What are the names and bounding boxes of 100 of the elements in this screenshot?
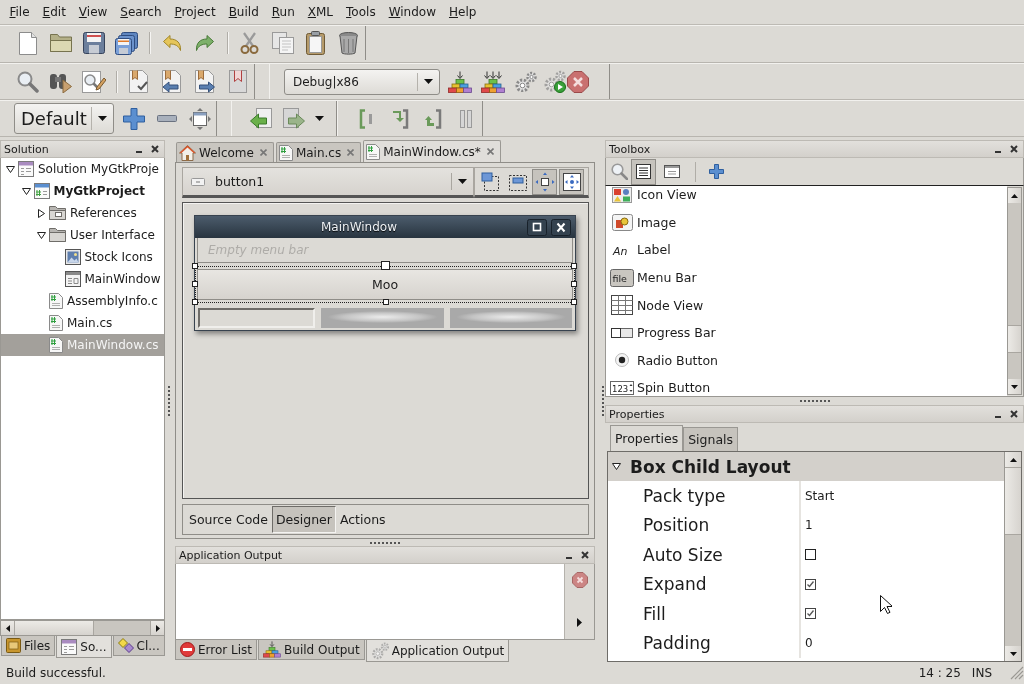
step-out-icon[interactable] [423,108,442,129]
expander-icon[interactable] [612,462,621,471]
stop-icon[interactable] [567,70,589,93]
scroll-down-icon[interactable] [1011,384,1018,389]
menu-item[interactable]: Tools [339,2,383,22]
bookmark-check-icon[interactable] [128,70,149,93]
view-tab[interactable]: Actions [335,506,390,533]
plus-icon[interactable] [122,107,145,130]
expander-icon[interactable] [21,186,31,196]
resize-handle[interactable] [383,299,389,305]
menu-item[interactable]: Edit [36,2,73,22]
menu-item[interactable]: Window [382,2,443,22]
document-tab[interactable]: Main.cs [275,142,362,162]
splitter-grip-icon[interactable] [601,386,604,416]
build-icon[interactable] [447,70,472,93]
menu-item[interactable]: Help [442,2,483,22]
resize-handle[interactable] [571,299,577,305]
caret-icon[interactable] [424,79,433,84]
pad-tab[interactable]: Files [1,636,56,656]
close-icon[interactable] [551,218,571,236]
menu-item[interactable]: View [72,2,114,22]
pad-tab[interactable]: Build Output [258,640,365,660]
search-icon[interactable] [611,163,628,180]
scroll-up-icon[interactable] [1009,457,1017,462]
toolbox-item[interactable]: 123 Spin Button [606,374,1007,396]
tree-item[interactable]: User Interface [1,224,164,246]
close-icon[interactable] [151,145,159,153]
resize-handle[interactable] [192,263,198,269]
menu-item[interactable]: File [3,2,37,22]
toolbox-item[interactable]: Image [606,208,1007,237]
widget-combo[interactable]: button1 [182,167,474,198]
stop-icon[interactable] [571,572,588,588]
tree-item[interactable]: Main.cs [1,312,164,334]
expander-icon[interactable] [37,230,46,240]
compact-view-icon[interactable] [663,165,680,178]
bookmark-page-icon[interactable] [228,70,247,93]
menu-item[interactable]: XML [301,2,340,22]
caret-icon[interactable] [458,179,467,184]
scrollbar-thumb[interactable] [1008,325,1021,353]
tree-item[interactable]: Solution MyGtkProje [1,158,164,180]
tree-item[interactable]: MainWindow [1,268,164,290]
toolbox-item[interactable]: file Menu Bar [606,263,1007,292]
find-replace-icon[interactable] [81,70,106,93]
gears-run-icon[interactable] [542,70,566,93]
tree-item[interactable]: Stock Icons [1,246,164,268]
toolbox-item[interactable]: An Label [606,236,1007,264]
paste-icon[interactable] [306,31,325,55]
back-icon[interactable] [249,108,272,129]
close-icon[interactable] [1010,145,1018,153]
caret-icon[interactable] [98,116,107,121]
resize-grip-icon[interactable] [1010,666,1024,680]
toolbox-item[interactable]: Radio Button [606,346,1007,375]
scroll-right-icon[interactable] [155,624,160,632]
rebuild-icon[interactable] [480,70,505,93]
vertical-scrollbar[interactable] [1004,452,1021,661]
checkbox[interactable] [805,578,816,590]
document-tab[interactable]: MainWindow.cs* [363,140,501,162]
document-tab[interactable]: Welcome [176,142,274,162]
resize-handle[interactable] [192,281,198,287]
properties-tab[interactable]: Properties [610,425,684,451]
pad-tab[interactable]: Application Output [365,640,510,662]
scroll-left-icon[interactable] [5,624,10,632]
bookmark-right-arrow-icon[interactable] [194,70,215,93]
forward-icon[interactable] [282,108,305,129]
tree-item[interactable]: AssemblyInfo.c [1,290,164,312]
open-folder-icon[interactable] [49,34,72,52]
pad-tab[interactable]: Error List [175,640,258,660]
plus-icon[interactable] [709,164,724,179]
preview-button[interactable]: Moo [197,269,573,300]
step-into-icon[interactable] [390,108,409,129]
scrollbar-thumb[interactable] [1005,467,1021,535]
menu-item[interactable]: Project [168,2,223,22]
gears-icon[interactable] [514,71,537,92]
trash-icon[interactable] [339,31,358,55]
scroll-up-icon[interactable] [1011,193,1018,198]
layout-combo[interactable]: Default [14,103,114,134]
search-icon[interactable] [16,70,39,93]
splitter-grip-icon[interactable] [167,386,170,416]
horizontal-scrollbar[interactable] [0,620,165,636]
save-icon[interactable] [82,32,105,54]
vertical-scrollbar[interactable] [1007,187,1022,395]
property-value[interactable]: Start [805,488,835,503]
toolbox-item[interactable]: Icon View [606,186,1007,209]
checkbox[interactable] [805,608,816,620]
resize-handle[interactable] [381,261,390,270]
pad-tab[interactable]: So... [56,636,112,658]
tree-item[interactable]: MyGtkProject [1,180,164,202]
copy-icon[interactable] [271,32,294,54]
splitter-grip-icon[interactable] [370,541,400,544]
maximize-icon[interactable] [527,218,547,236]
close-icon[interactable] [581,551,589,559]
resize-handle[interactable] [571,263,577,269]
properties-tab[interactable]: Signals [683,427,739,451]
new-file-icon[interactable] [18,31,37,55]
property-category[interactable]: Box Child Layout [608,452,1004,481]
menu-item[interactable]: Run [265,2,302,22]
list-view-icon[interactable] [636,164,651,179]
toolbox-item[interactable]: Node View [606,291,1007,319]
configuration-combo[interactable]: Debug|x86 [284,68,440,95]
toolbox-item[interactable]: Progress Bar [606,318,1007,347]
